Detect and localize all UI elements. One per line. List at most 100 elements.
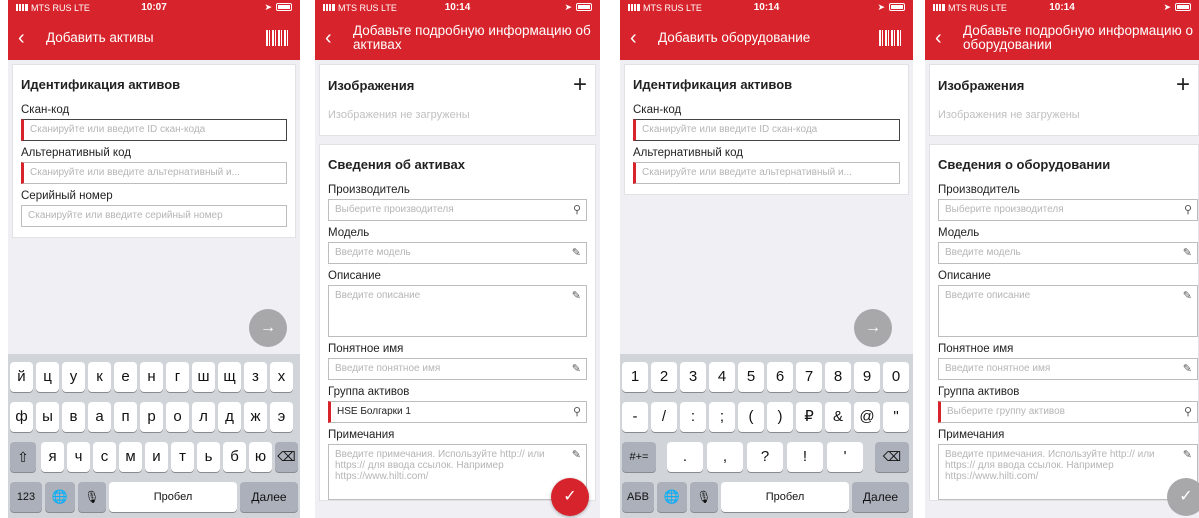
key[interactable]: & xyxy=(825,402,851,432)
key[interactable]: м xyxy=(119,442,142,472)
key[interactable]: б xyxy=(223,442,246,472)
key[interactable]: с xyxy=(93,442,116,472)
key[interactable]: 5 xyxy=(738,362,764,392)
key[interactable]: е xyxy=(114,362,137,392)
shift-key[interactable]: ⇧ xyxy=(10,442,36,472)
add-image-plus-icon[interactable]: + xyxy=(573,73,587,97)
key[interactable]: ю xyxy=(249,442,272,472)
key[interactable]: , xyxy=(707,442,743,472)
key[interactable]: з xyxy=(244,362,267,392)
key[interactable]: й xyxy=(10,362,33,392)
asset-group-input[interactable]: Выберите группу активов ⚲ xyxy=(938,401,1198,423)
key[interactable]: " xyxy=(883,402,909,432)
backspace-key[interactable]: ⌫ xyxy=(275,442,298,472)
description-input[interactable]: Введите описание ✎ xyxy=(328,285,587,337)
description-input[interactable]: Введите описание ✎ xyxy=(938,285,1198,337)
return-key[interactable]: Далее xyxy=(852,482,909,512)
key[interactable]: а xyxy=(88,402,111,432)
key[interactable]: ф xyxy=(10,402,33,432)
add-image-plus-icon[interactable]: + xyxy=(1176,73,1190,97)
notes-input[interactable]: Введите примечания. Используйте http:// … xyxy=(938,444,1198,500)
barcode-scan-icon[interactable] xyxy=(266,30,288,46)
numbers-key[interactable]: 123 xyxy=(10,482,42,512)
key[interactable]: 4 xyxy=(709,362,735,392)
key[interactable]: н xyxy=(140,362,163,392)
confirm-button[interactable]: ✓ xyxy=(1167,478,1199,516)
key[interactable]: у xyxy=(62,362,85,392)
key[interactable]: к xyxy=(88,362,111,392)
model-input[interactable]: Введите модель ✎ xyxy=(328,242,587,264)
search-icon[interactable]: ⚲ xyxy=(573,203,581,216)
key[interactable]: я xyxy=(41,442,64,472)
space-key[interactable]: Пробел xyxy=(721,482,849,512)
key[interactable]: л xyxy=(192,402,215,432)
model-input[interactable]: Введите модель ✎ xyxy=(938,242,1198,264)
alt-code-input[interactable]: Сканируйте или введите альтернативный и.… xyxy=(21,162,287,184)
key[interactable]: п xyxy=(114,402,137,432)
manufacturer-input[interactable]: Выберите производителя ⚲ xyxy=(938,199,1198,221)
key[interactable]: 8 xyxy=(825,362,851,392)
key[interactable]: 1 xyxy=(622,362,648,392)
letters-key[interactable]: АБВ xyxy=(622,482,654,512)
key[interactable]: ы xyxy=(36,402,59,432)
key[interactable]: 2 xyxy=(651,362,677,392)
key[interactable]: 7 xyxy=(796,362,822,392)
key[interactable]: 0 xyxy=(883,362,909,392)
serial-number-input[interactable]: Сканируйте или введите серийный номер xyxy=(21,205,287,227)
key[interactable]: ) xyxy=(767,402,793,432)
microphone-icon[interactable]: 🎙 xyxy=(78,482,106,512)
backspace-key[interactable]: ⌫ xyxy=(875,442,909,472)
manufacturer-input[interactable]: Выберите производителя ⚲ xyxy=(328,199,587,221)
key[interactable]: г xyxy=(166,362,189,392)
key[interactable]: д xyxy=(218,402,241,432)
asset-group-input[interactable]: HSE Болгарки 1 ⚲ xyxy=(328,401,587,423)
key[interactable]: 6 xyxy=(767,362,793,392)
key[interactable]: ь xyxy=(197,442,220,472)
key[interactable]: ч xyxy=(67,442,90,472)
globe-icon[interactable]: 🌐 xyxy=(45,482,75,512)
key[interactable]: ц xyxy=(36,362,59,392)
key[interactable]: ₽ xyxy=(796,402,822,432)
key[interactable]: ? xyxy=(747,442,783,472)
scan-code-input[interactable]: Сканируйте или введите ID скан-кода xyxy=(21,119,287,141)
key[interactable]: х xyxy=(270,362,293,392)
back-chevron-icon[interactable]: ‹ xyxy=(18,28,38,48)
barcode-scan-icon[interactable] xyxy=(879,30,901,46)
key[interactable]: ж xyxy=(244,402,267,432)
key[interactable]: и xyxy=(145,442,168,472)
key[interactable]: э xyxy=(270,402,293,432)
key[interactable]: : xyxy=(680,402,706,432)
search-icon[interactable]: ⚲ xyxy=(1184,405,1192,418)
next-button[interactable]: → xyxy=(249,309,287,347)
symbols-key[interactable]: #+= xyxy=(622,442,656,472)
key[interactable]: о xyxy=(166,402,189,432)
confirm-button[interactable]: ✓ xyxy=(551,478,589,516)
key[interactable]: @ xyxy=(854,402,880,432)
search-icon[interactable]: ⚲ xyxy=(1184,203,1192,216)
return-key[interactable]: Далее xyxy=(240,482,298,512)
key[interactable]: . xyxy=(667,442,703,472)
globe-icon[interactable]: 🌐 xyxy=(657,482,687,512)
key[interactable]: ш xyxy=(192,362,215,392)
key[interactable]: т xyxy=(171,442,194,472)
key[interactable]: ' xyxy=(827,442,863,472)
space-key[interactable]: Пробел xyxy=(109,482,237,512)
key[interactable]: ( xyxy=(738,402,764,432)
key[interactable]: ; xyxy=(709,402,735,432)
key[interactable]: / xyxy=(651,402,677,432)
key[interactable]: р xyxy=(140,402,163,432)
alt-code-input[interactable]: Сканируйте или введите альтернативный и.… xyxy=(633,162,900,184)
key[interactable]: 9 xyxy=(854,362,880,392)
back-chevron-icon[interactable]: ‹ xyxy=(935,28,955,48)
key[interactable]: ! xyxy=(787,442,823,472)
key[interactable]: в xyxy=(62,402,85,432)
notes-input[interactable]: Введите примечания. Используйте http:// … xyxy=(328,444,587,500)
back-chevron-icon[interactable]: ‹ xyxy=(630,28,650,48)
next-button[interactable]: → xyxy=(854,309,892,347)
scan-code-input[interactable]: Сканируйте или введите ID скан-кода xyxy=(633,119,900,141)
microphone-icon[interactable]: 🎙 xyxy=(690,482,718,512)
back-chevron-icon[interactable]: ‹ xyxy=(325,28,345,48)
friendly-name-input[interactable]: Введите понятное имя ✎ xyxy=(938,358,1198,380)
friendly-name-input[interactable]: Введите понятное имя ✎ xyxy=(328,358,587,380)
key[interactable]: 3 xyxy=(680,362,706,392)
